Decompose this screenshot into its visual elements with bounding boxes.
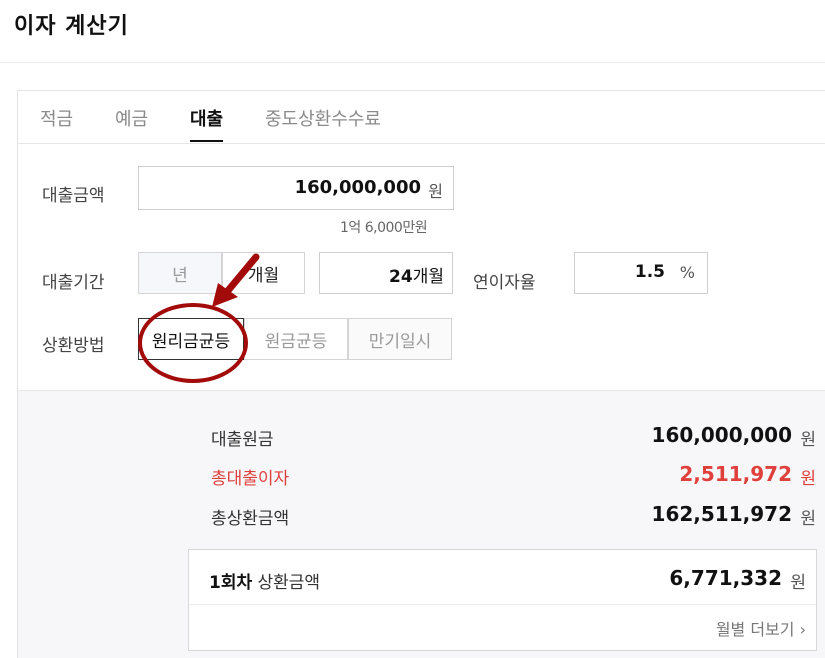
first-installment-box: 1회차 상환금액 6,771,332 원 월별 더보기 › [188,549,817,651]
installment-label-text: 상환금액 [257,573,321,593]
period-unit-month-option[interactable]: 개월 [222,252,305,294]
method-equal-principal-option[interactable]: 원금균등 [244,318,348,360]
total-interest-value: 2,511,972 [679,462,792,486]
total-repayment-label: 총상환금액 [211,509,290,529]
loan-amount-value: 160,000,000 [294,177,421,198]
loan-amount-input[interactable]: 160,000,000 원 [138,166,454,210]
loan-period-unit: 개월 [412,267,444,287]
chevron-right-icon: › [799,620,806,639]
installment-number: 1회차 [209,573,253,593]
interest-rate-input[interactable]: 1.5 % [574,252,708,294]
total-repayment-unit: 원 [800,509,816,529]
total-repayment-value: 162,511,972 [651,502,792,526]
period-unit-year-option[interactable]: 년 [138,252,222,294]
first-installment-value: 6,771,332 [669,566,782,590]
loan-amount-label: 대출금액 [42,186,105,206]
loan-amount-korean-hint: 1억 6,000만원 [340,220,428,236]
loan-period-input[interactable]: 24개월 [319,252,453,294]
method-equal-payment-option[interactable]: 원리금균등 [138,318,244,360]
interest-rate-label: 연이자율 [473,273,536,293]
first-installment-unit: 원 [790,573,806,593]
header-divider [0,62,825,63]
page-title: 이자 계산기 [14,14,129,39]
method-bullet-option[interactable]: 만기일시 [348,318,452,360]
loan-period-value: 24 [389,267,413,287]
monthly-more-label: 월별 더보기 [715,620,795,639]
tab-deposit[interactable]: 예금 [115,105,148,140]
interest-rate-unit: % [679,263,695,282]
first-installment-label: 1회차 상환금액 [209,568,320,593]
loan-period-value-wrap: 24개월 [389,262,444,287]
principal-label: 대출원금 [211,430,274,450]
principal-value: 160,000,000 [651,423,792,447]
repayment-method-label: 상환방법 [42,336,105,356]
installment-divider [189,604,816,605]
tab-prepayment-fee[interactable]: 중도상환수수료 [265,105,381,140]
total-interest-unit: 원 [800,469,816,489]
loan-amount-unit: 원 [428,182,443,201]
tab-savings[interactable]: 적금 [40,105,73,140]
calculator-card: 적금 예금 대출 중도상환수수료 대출금액 160,000,000 원 1억 6… [17,90,825,658]
monthly-more-link[interactable]: 월별 더보기 › [716,616,806,640]
loan-period-label: 대출기간 [42,273,105,293]
interest-rate-value: 1.5 [634,262,665,282]
principal-unit: 원 [800,430,816,450]
tab-bar: 적금 예금 대출 중도상환수수료 [18,91,825,144]
total-interest-label: 총대출이자 [211,469,290,489]
tab-loan[interactable]: 대출 [190,105,224,142]
